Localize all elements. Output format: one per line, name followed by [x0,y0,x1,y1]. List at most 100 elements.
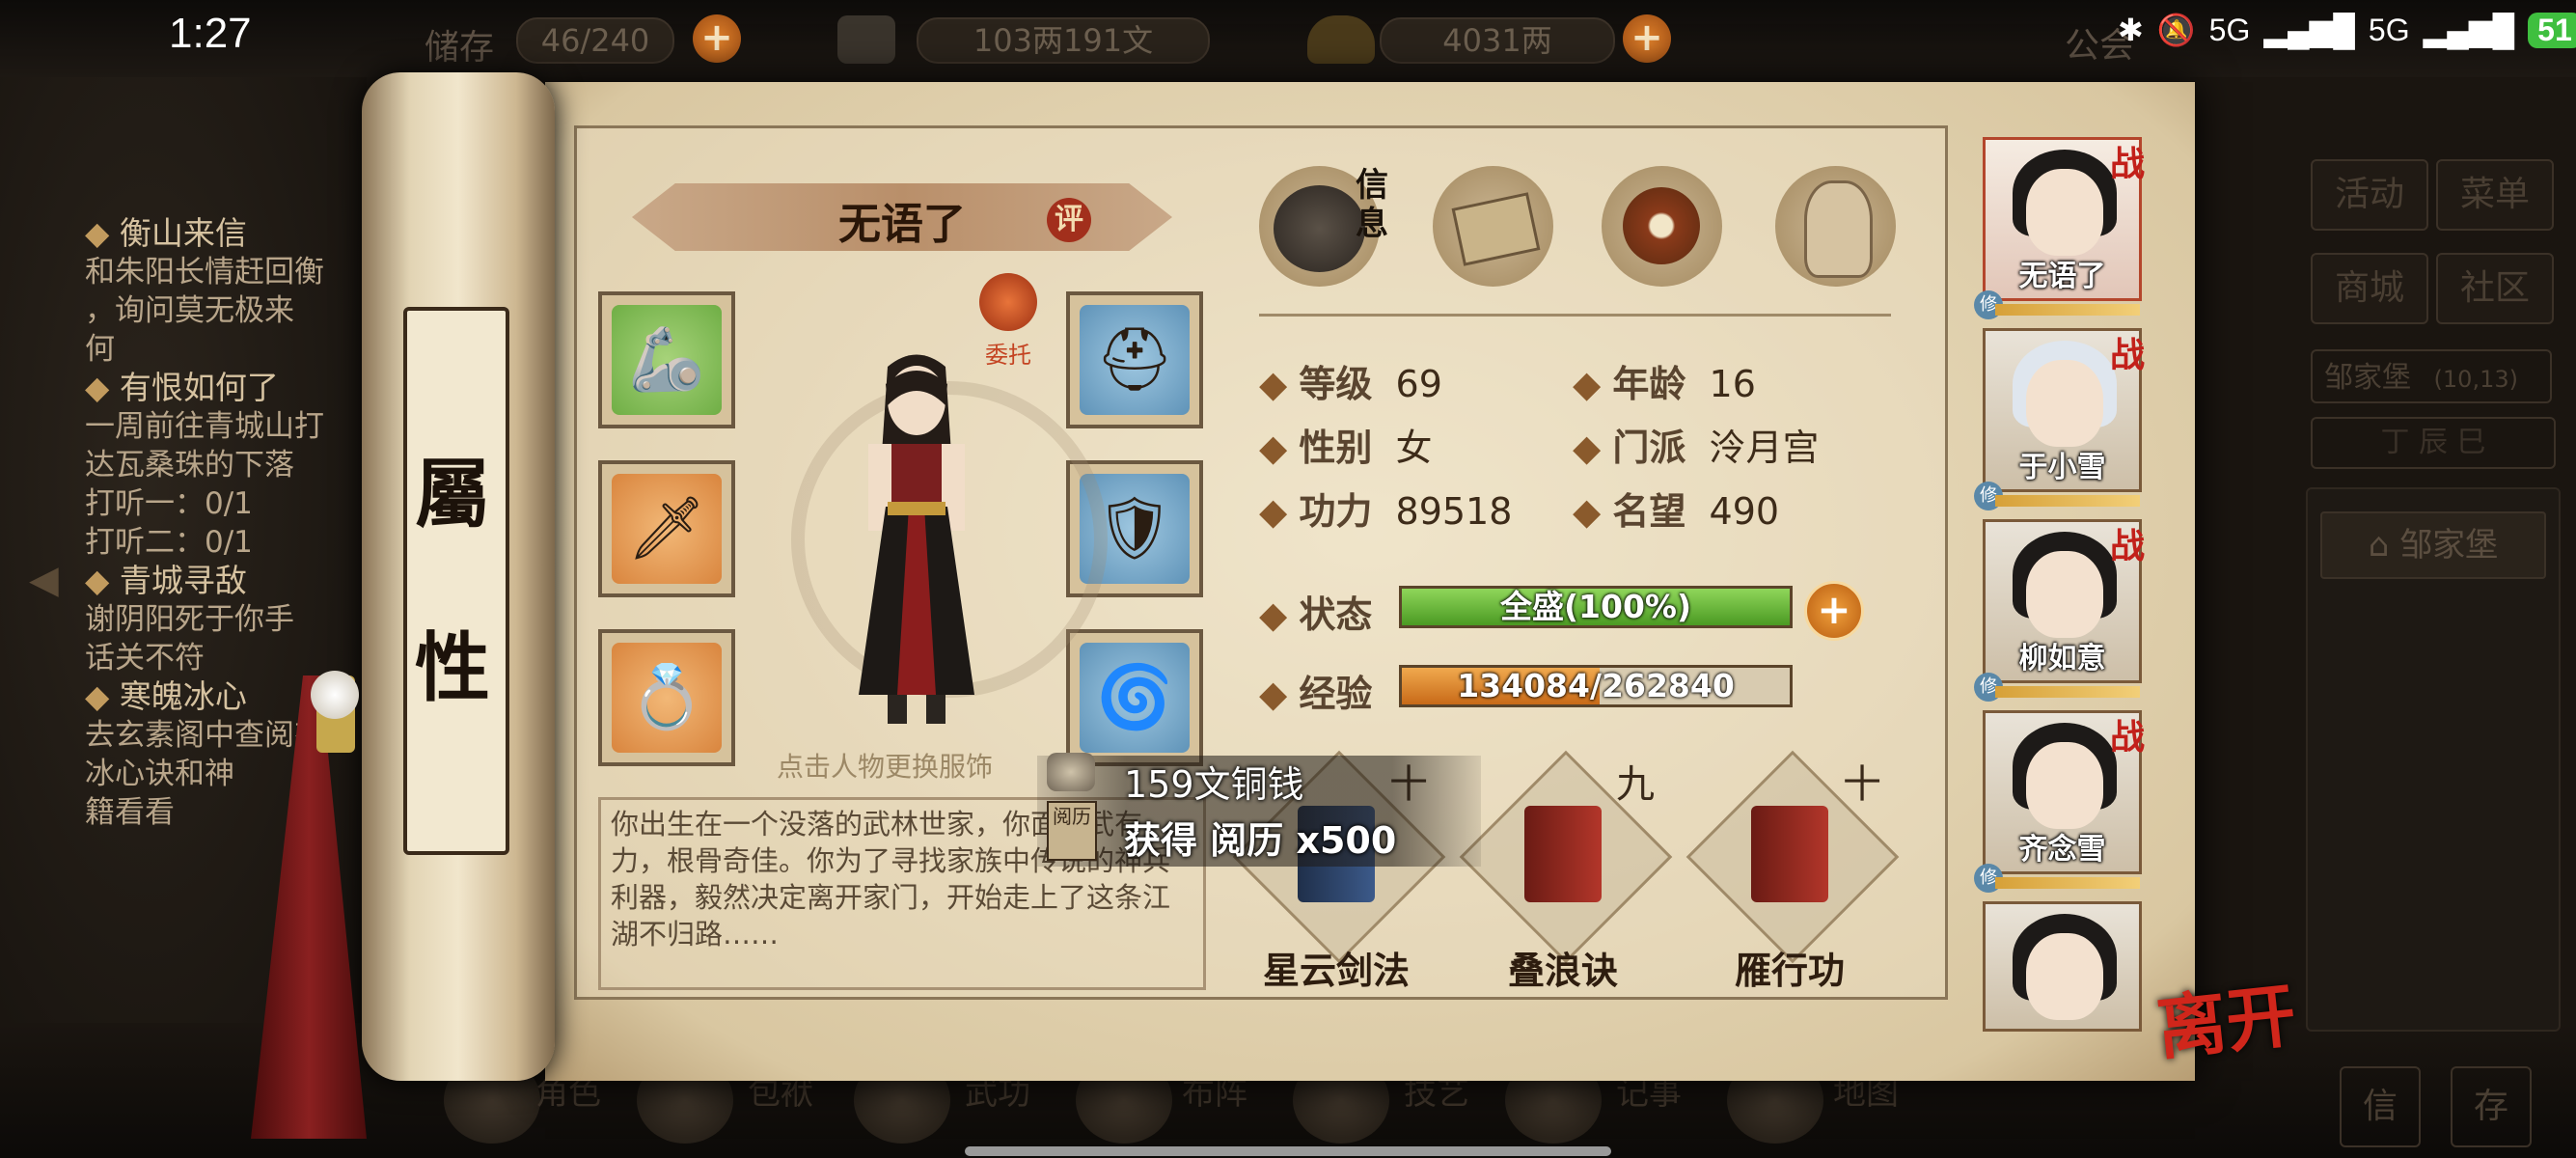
diamond-icon: ◆ [1259,593,1288,636]
party-member-name: 于小雪 [2018,451,2106,484]
change-outfit-hint: 点击人物更换服饰 [777,751,994,783]
equip-slot-bracer[interactable]: 🦾 [598,291,735,428]
silver-add-button[interactable]: + [1623,14,1671,63]
quest-line: 打听一：0/1 [85,486,253,521]
party-member[interactable]: 战 柳如意 修 [1974,519,2145,702]
stat-sect: ◆ 门派 泠月宫 [1573,427,1820,469]
quest-line: 和朱阳长情赶回衡 [85,255,324,290]
network-5g-2: 5G [2368,12,2410,47]
diamond-icon: ◆ [85,677,120,715]
avatar [2026,360,2103,447]
battery-level: 51 [2528,12,2576,48]
stat-age: ◆ 年龄 16 [1573,363,1756,405]
community-button[interactable]: 社区 [2436,253,2554,324]
character-name: 无语了 [838,200,966,249]
entrust-icon[interactable] [979,273,1037,331]
fame-value: 490 [1709,490,1780,533]
stat-power: ◆ 功力 89518 [1259,490,1513,533]
quest-title[interactable]: ◆ 寒魄冰心 [85,677,324,716]
skill-name: 星云剑法 [1262,950,1410,992]
quest-title[interactable]: ◆ 有恨如何了 [85,369,324,407]
quest-line: 去玄素阁中查阅有 [85,718,324,753]
skill-book-icon [1524,806,1602,902]
body-meridian-icon [1804,180,1873,278]
location-name: 邹家堡 [2324,361,2411,395]
copper-coin-icon [1047,753,1095,791]
diamond-icon: ◆ [1259,673,1288,715]
leave-button[interactable]: 离开 [2151,958,2300,1073]
shop-button[interactable]: 商城 [2311,253,2428,324]
diamond-icon: ◆ [85,562,120,599]
equip-slot-weapon[interactable]: 🗡 [598,460,735,597]
party-member[interactable]: 战 齐念雪 修 [1974,710,2145,893]
signal-icon: ▂▄▆█ [2263,13,2355,47]
exp-value: 134084/262840 [1457,667,1735,704]
state-bar: 全盛(100%) [1399,586,1793,628]
state-value: 全盛(100%) [1499,588,1692,625]
character-portrait[interactable] [830,347,1003,733]
avatar [2026,742,2103,829]
warrior-icon [1274,185,1365,272]
scroll-label-top: 屬 [414,451,490,538]
home-indicator[interactable] [965,1146,1611,1156]
helmet-icon: ⛑ [1095,324,1174,396]
quest-line: 冰心诀和神 [85,757,234,791]
equip-slot-amulet[interactable]: 🌀 [1066,629,1203,766]
party-member[interactable]: 战 无语了 修 [1974,137,2145,319]
diamond-icon: ◆ [1259,427,1288,469]
copper-icon [837,15,895,64]
equip-slot-helmet[interactable]: ⛑ [1066,291,1203,428]
letter-button[interactable]: 信 [2340,1066,2421,1147]
battle-badge: 战 [2109,144,2145,184]
entrust-label[interactable]: 委托 [970,336,1047,370]
stat-exp: ◆ 经验 [1259,673,1373,715]
location-coords: (10,13) [2433,366,2518,393]
activity-button[interactable]: 活动 [2311,159,2428,231]
reward-coins: 159文铜钱 [1124,763,1304,806]
menu-button[interactable]: 菜单 [2436,159,2554,231]
evaluate-button[interactable]: 评 [1047,198,1091,242]
skill-rank: 十 [1843,762,1881,807]
quest-line: 打听二：0/1 [85,525,253,560]
avatar [2026,169,2103,256]
game-date: 丁 辰 巳 [2311,417,2556,469]
party-progress-bar [1995,877,2140,889]
scroll-map-icon [1451,192,1541,266]
bag-label: 储存 [425,28,495,68]
tab-bagua[interactable] [1602,166,1722,287]
experience-book-icon: 阅历 [1047,801,1097,861]
skill-name: 叠浪诀 [1507,950,1618,992]
skill-rank: 九 [1616,762,1655,807]
exp-bar: 134084/262840 [1399,665,1793,707]
stat-fame: ◆ 名望 490 [1573,490,1780,533]
party-progress-bar [1995,304,2140,316]
state-restore-button[interactable]: + [1804,581,1864,641]
save-button[interactable]: 存 [2451,1066,2532,1147]
quest-title[interactable]: ◆ 衡山来信 [85,214,324,253]
quest-title[interactable]: ◆ 青城寻敌 [85,562,324,600]
bluetooth-icon: ✱ [2118,13,2144,47]
quest-line: ，询问莫无极来 [85,293,294,328]
quest-line: 话关不符 [85,641,205,676]
skill-name: 雁行功 [1734,950,1845,992]
quest-line: 一周前往青城山打 [85,409,324,444]
stat-level: ◆ 等级 69 [1259,363,1442,405]
battle-badge: 战 [2109,717,2145,758]
status-time: 1:27 [169,10,252,57]
equip-slot-ring[interactable]: 💍 [598,629,735,766]
stat-gender: ◆ 性别 女 [1259,427,1433,469]
power-value: 89518 [1395,490,1513,533]
jade-amulet-icon: 🌀 [1096,662,1173,733]
party-member[interactable]: 战 于小雪 修 [1974,328,2145,510]
tab-info-label: 信息 [1356,166,1388,243]
collapse-arrow-icon[interactable]: ◀ [29,558,59,602]
diamond-icon: ◆ [1573,490,1602,533]
tassel-bead [311,671,359,719]
silver-amount: 4031两 [1380,17,1615,64]
location-go-button[interactable]: ⌂ 邹家堡 [2320,511,2546,579]
party-member[interactable] [1983,901,2142,1032]
bag-add-button[interactable]: + [693,14,741,63]
tab-body[interactable] [1775,166,1896,287]
tab-scroll[interactable] [1433,166,1553,287]
level-value: 69 [1395,363,1442,405]
